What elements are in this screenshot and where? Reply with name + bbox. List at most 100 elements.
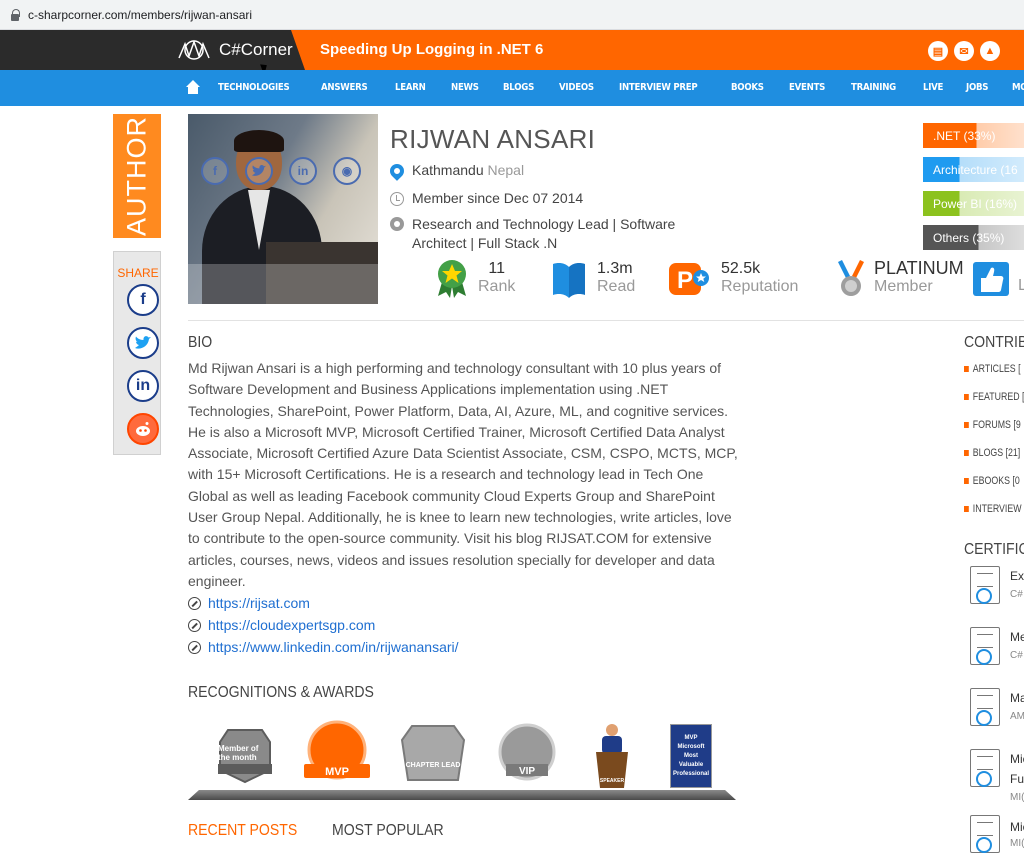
- browser-address-bar[interactable]: c-sharpcorner.com/members/rijwan-ansari: [0, 0, 1024, 30]
- nav-books[interactable]: BOOKS: [731, 82, 764, 93]
- nav-more[interactable]: MORE ▾: [1012, 82, 1024, 93]
- stat-likes: Li: [972, 258, 1024, 298]
- profile-title: Research and Technology Lead | Software …: [390, 215, 675, 253]
- twitter-icon[interactable]: [127, 327, 159, 359]
- book-icon: [553, 263, 585, 298]
- nav-live[interactable]: LIVE: [923, 82, 943, 93]
- tech-bar-dotnet[interactable]: .NET (33%): [923, 123, 1024, 148]
- awards-heading: RECOGNITIONS & AWARDS: [188, 684, 374, 701]
- nav-technologies[interactable]: TECHNOLOGIES: [218, 82, 290, 93]
- logo-text: C#Corner: [219, 40, 293, 59]
- nav-news[interactable]: NEWS: [451, 82, 479, 93]
- title-line-2: Architect | Full Stack .N: [412, 235, 558, 251]
- author-label: AUTHOR: [121, 116, 152, 236]
- nav-videos[interactable]: VIDEOS: [559, 82, 594, 93]
- nav-answers[interactable]: ANSWERS: [321, 82, 368, 93]
- bell-icon[interactable]: ▲: [980, 41, 1000, 61]
- member-level-value: PLATINUM: [874, 258, 964, 278]
- rank-value: 11: [488, 260, 505, 277]
- contributions-heading: CONTRIBU: [964, 334, 1024, 351]
- contrib-articles[interactable]: ARTICLES [: [964, 363, 1021, 375]
- lock-icon: [10, 8, 20, 21]
- cert-sub-2: C#: [1010, 650, 1023, 661]
- tab-most-popular[interactable]: MOST POPULAR: [332, 822, 444, 840]
- reputation-label: Reputation: [721, 278, 799, 295]
- facebook-icon[interactable]: f: [127, 284, 159, 316]
- linkedin-icon[interactable]: in: [127, 370, 159, 402]
- contrib-interview[interactable]: INTERVIEW: [964, 503, 1022, 515]
- profile-photo: [188, 114, 378, 304]
- mvp-badge: MVP: [300, 720, 374, 786]
- contrib-forums[interactable]: FORUMS [9: [964, 419, 1021, 431]
- home-icon[interactable]: [186, 80, 200, 94]
- rank-label: Rank: [478, 278, 516, 295]
- cert-sub-3: AM: [1010, 711, 1024, 722]
- thumbs-up-icon: [973, 262, 1009, 296]
- cert-title-2[interactable]: Me: [1010, 630, 1024, 644]
- nav-interview-prep[interactable]: INTERVIEW PREP: [619, 82, 698, 93]
- profile-github-icon[interactable]: ◉: [333, 157, 361, 185]
- bio-link-3[interactable]: https://www.linkedin.com/in/rijwanansari…: [188, 639, 459, 655]
- site-logo[interactable]: C#Corner: [175, 38, 293, 62]
- svg-text:P: P: [677, 267, 693, 294]
- share-panel: SHARE f in: [113, 251, 161, 455]
- contrib-featured[interactable]: FEATURED [: [964, 391, 1024, 403]
- shelf-base: [188, 790, 736, 800]
- chat-icon[interactable]: ▤: [928, 41, 948, 61]
- speaker-badge: SPEAKER: [594, 722, 630, 788]
- tech-bar-powerbi[interactable]: Power BI (16%): [923, 191, 1024, 216]
- url-text[interactable]: c-sharpcorner.com/members/rijwan-ansari: [28, 8, 252, 22]
- reputation-p-icon: P: [669, 263, 709, 295]
- profile-member-since: Member since Dec 07 2014: [390, 190, 583, 206]
- posts-tabs: RECENT POSTS MOST POPULAR: [188, 822, 459, 840]
- contrib-blogs[interactable]: BLOGS [21]: [964, 447, 1020, 459]
- clock-icon: [390, 192, 404, 206]
- main-nav: TECHNOLOGIES ANSWERS LEARN NEWS BLOGS VI…: [186, 80, 1024, 94]
- contrib-ebooks[interactable]: EBOOKS [0: [964, 475, 1020, 487]
- link-icon: [188, 596, 201, 610]
- reddit-icon[interactable]: [127, 413, 159, 445]
- bio-link-2[interactable]: https://cloudexpertsgp.com: [188, 617, 375, 633]
- stat-rank: 11 Rank: [434, 258, 515, 298]
- vip-badge: VIP: [490, 722, 564, 784]
- cert-title-4b[interactable]: Fur: [1010, 772, 1024, 786]
- certifications-heading: CERTIFICA: [964, 541, 1024, 558]
- certificate-icon: [968, 566, 1008, 612]
- member-level-label: Member: [874, 278, 933, 295]
- cert-title-3[interactable]: Ma: [1010, 691, 1024, 705]
- certificate-icon: [968, 749, 1008, 795]
- bio-heading: BIO: [188, 334, 213, 351]
- tech-bar-architecture[interactable]: Architecture (16: [923, 157, 1024, 182]
- stat-member-level: PLATINUM Member: [836, 258, 964, 298]
- profile-facebook-icon[interactable]: f: [201, 157, 229, 185]
- nav-jobs[interactable]: JOBS: [966, 82, 988, 93]
- share-label: SHARE: [117, 266, 159, 280]
- profile-linkedin-icon[interactable]: in: [289, 157, 317, 185]
- nav-blogs[interactable]: BLOGS: [503, 82, 534, 93]
- likes-label: Li: [1018, 276, 1024, 294]
- bio-text: Md Rijwan Ansari is a high performing an…: [188, 360, 738, 589]
- certificate-icon: [968, 815, 1008, 861]
- profile-twitter-icon[interactable]: [245, 157, 273, 185]
- headline-link[interactable]: Speeding Up Logging in .NET 6: [320, 41, 543, 58]
- tab-recent-posts[interactable]: RECENT POSTS: [188, 822, 297, 840]
- cert-title-1[interactable]: Exp: [1010, 569, 1024, 583]
- platinum-medal-icon: [838, 260, 864, 296]
- cert-sub-4: MI(: [1010, 792, 1024, 803]
- nav-learn[interactable]: LEARN: [395, 82, 426, 93]
- bio-link-1[interactable]: https://rijsat.com: [188, 595, 310, 611]
- location-pin-icon: [387, 161, 407, 181]
- nav-training[interactable]: TRAINING: [851, 82, 896, 93]
- cert-title-5[interactable]: Mic: [1010, 820, 1024, 834]
- stat-read: 1.3m Read: [549, 258, 635, 298]
- chapter-lead-badge: CHAPTER LEAD: [400, 724, 466, 784]
- microsoft-mvp-badge: MVP Microsoft Most Valuable Professional: [670, 724, 712, 788]
- member-since-text: Member since Dec 07 2014: [412, 190, 584, 206]
- certificate-icon: [968, 688, 1008, 734]
- tech-bar-others[interactable]: Others (35%): [923, 225, 1024, 250]
- mail-icon[interactable]: ✉: [954, 41, 974, 61]
- section-divider: [188, 320, 1024, 321]
- cert-sub-5: MI(: [1010, 838, 1024, 849]
- nav-events[interactable]: EVENTS: [789, 82, 825, 93]
- cert-title-4[interactable]: Mic: [1010, 752, 1024, 766]
